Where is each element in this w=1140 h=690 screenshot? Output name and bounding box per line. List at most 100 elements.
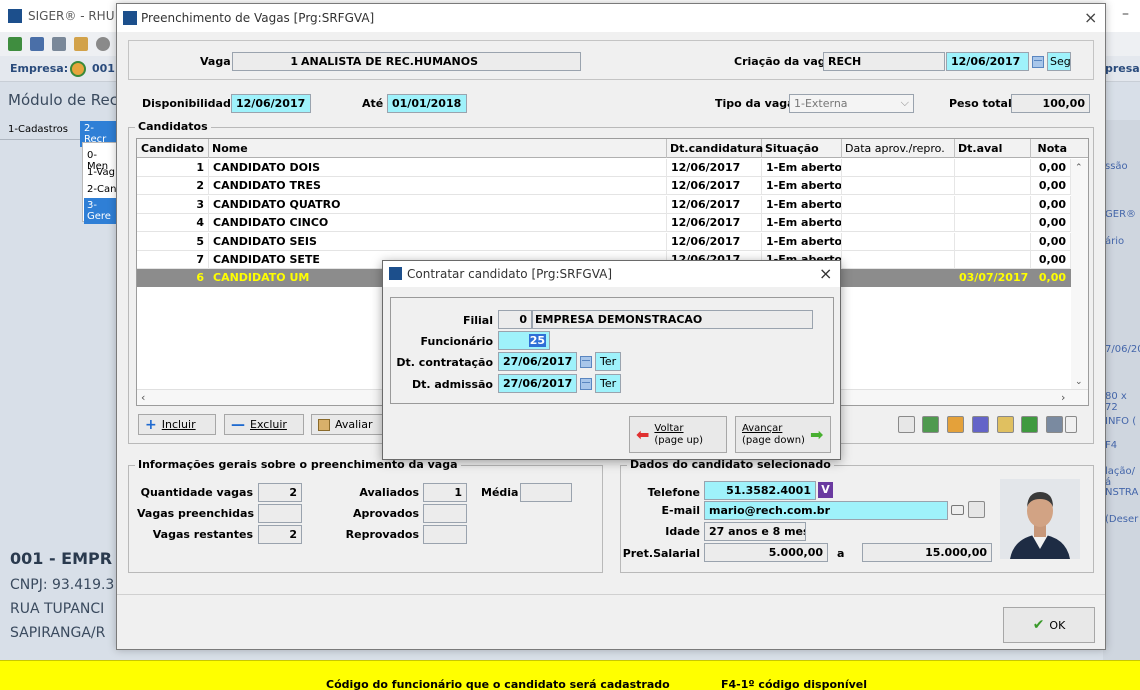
candidatos-title: Candidatos [135,120,211,133]
aprovados-label: Aprovados [353,507,419,520]
bg-right-text-0: presa: [1105,62,1140,75]
criacao-calendar-icon[interactable] [1030,52,1046,71]
vaga-field[interactable]: 1 ANALISTA DE REC.HUMANOS [232,52,581,71]
bg-minimize-icon[interactable]: – [1122,6,1129,22]
cell-dt: 12/06/2017 [667,195,762,214]
bg-right-text-7: F4 [1105,440,1118,451]
tipo-vaga-select[interactable]: 1-Externa ⌵ [789,94,914,113]
scroll-left-icon[interactable]: ‹ [141,391,145,404]
dt-admissao-field[interactable]: 27/06/2017 [498,374,577,393]
telefone-field[interactable]: 51.3582.4001 [704,481,816,500]
col-dt-candidatura[interactable]: Dt.candidatura [667,139,763,158]
link-icon[interactable] [898,416,915,433]
disponibilidade-field[interactable]: 12/06/2017 [231,94,311,113]
criacao-user-field[interactable]: RECH [823,52,945,71]
more-dropdown-icon[interactable] [1065,416,1077,433]
envelope-icon[interactable] [951,505,964,515]
bg-right-text-2: GER® [1105,209,1137,220]
col-nome[interactable]: Nome [209,139,667,158]
cell-dt: 12/06/2017 [667,177,762,196]
toolbar-back-icon[interactable] [8,37,22,51]
table-row[interactable]: 4 CANDIDATO CINCO 12/06/2017 1-Em aberto 0,0… [137,214,1071,233]
bg-menu-item-1[interactable]: 1-Vag [87,167,115,178]
excluir-button[interactable]: — Excluir [224,414,304,435]
report-icon[interactable] [947,416,964,433]
main-close-icon[interactable]: × [1084,8,1097,27]
table-row[interactable]: 2 CANDIDATO TRES 12/06/2017 1-Em aberto 0,00 [137,177,1071,196]
copy-icon[interactable] [968,501,985,518]
bg-menu-item-2[interactable]: 2-Can [87,184,116,195]
table-row[interactable]: 5 CANDIDATO SEIS 12/06/2017 1-Em aberto 0,00 [137,232,1071,251]
voltar-label: Voltar [654,422,684,434]
telefone-v-badge[interactable]: V [818,482,833,498]
dt-contratacao-day: Ter [595,352,621,371]
scroll-down-icon[interactable]: ⌄ [1075,377,1083,387]
scroll-right-icon[interactable]: › [1061,391,1065,404]
vagas-restantes-field: 2 [258,525,302,544]
cell-nota: 0,00 [1031,195,1071,214]
company-street: RUA TUPANCI [10,601,105,617]
voltar-button[interactable]: ⬅ Voltar (page up) [629,416,727,453]
cell-aprov [842,195,955,214]
cell-dt: 12/06/2017 [667,159,762,177]
avancar-button[interactable]: Avançar (page down) ➡ [735,416,831,453]
qtd-vagas-field: 2 [258,483,302,502]
ok-button[interactable]: ✔ OK [1003,607,1095,643]
cell-num: 5 [137,232,209,251]
shield-icon[interactable] [1021,416,1038,433]
coins-icon[interactable] [997,416,1014,433]
company-cnpj: CNPJ: 93.419.3 [10,577,115,593]
incluir-button[interactable]: + Incluir [138,414,216,435]
cell-num: 4 [137,214,209,233]
dialog-close-icon[interactable]: × [819,264,832,283]
disponibilidade-label: Disponibilidade [142,97,239,110]
toolbar-grid-icon[interactable] [74,37,88,51]
company-name: 001 - EMPR [10,549,113,568]
dt-contratacao-calendar-icon[interactable] [578,352,594,371]
tab-cadastros[interactable]: 1-Cadastros [8,124,68,135]
toolbar-tree-icon[interactable] [52,37,66,51]
vertical-scrollbar[interactable]: ⌃ ⌄ [1071,159,1088,389]
cell-nota: 0,00 [1031,177,1071,196]
peso-total-label: Peso total [949,97,1012,110]
vagas-preenchidas-field [258,504,302,523]
ate-field[interactable]: 01/01/2018 [387,94,467,113]
bg-right-text-1: ssão [1105,161,1128,172]
cell-dt: 12/06/2017 [667,214,762,233]
col-dt-aval[interactable]: Dt.aval [955,139,1031,158]
avaliar-button[interactable]: Avaliar [311,414,387,435]
excluir-label: Excluir [250,418,287,431]
avancar-label: Avançar [742,422,783,434]
dt-admissao-calendar-icon[interactable] [578,374,594,393]
cell-aval [955,251,1031,269]
cell-aprov [842,159,955,177]
col-nota[interactable]: Nota [1031,139,1071,158]
table-row[interactable]: 3 CANDIDATO QUATRO 12/06/2017 1-Em aberto 0,… [137,195,1071,214]
arrow-left-icon: ⬅ [636,425,650,444]
status-bar: Código do funcionário que o candidato se… [0,660,1140,690]
criacao-date-field[interactable]: 12/06/2017 [946,52,1029,71]
cell-aval [955,232,1031,251]
filter-icon[interactable] [1046,416,1063,433]
avaliados-field: 1 [423,483,467,502]
email-field[interactable]: mario@rech.com.br [704,501,948,520]
bg-menu-item-3[interactable]: 3-Gere [84,198,117,224]
col-situacao[interactable]: Situação [762,139,842,158]
col-candidato[interactable]: Candidato [137,139,209,158]
funcionario-field[interactable]: 25 [498,331,550,350]
cell-dt: 12/06/2017 [667,232,762,251]
criacao-label: Criação da vaga [734,55,834,68]
avaliados-label: Avaliados [359,486,419,499]
toolbar-gear-icon[interactable] [96,37,110,51]
cell-nota: 0,00 [1031,232,1071,251]
col-data-aprov[interactable]: Data aprov./repro. [842,139,955,158]
reprovados-label: Reprovados [345,528,419,541]
bg-right-text-4: 7/06/20 [1105,344,1140,355]
toolbar-save-icon[interactable] [30,37,44,51]
bg-right-text-10: (Deser [1105,514,1139,525]
columns-icon[interactable] [972,416,989,433]
dt-contratacao-field[interactable]: 27/06/2017 [498,352,577,371]
excel-icon[interactable] [922,416,939,433]
table-row[interactable]: 1 CANDIDATO DOIS 12/06/2017 1-Em aberto 0,00 [137,159,1071,177]
scroll-up-icon[interactable]: ⌃ [1075,163,1083,173]
